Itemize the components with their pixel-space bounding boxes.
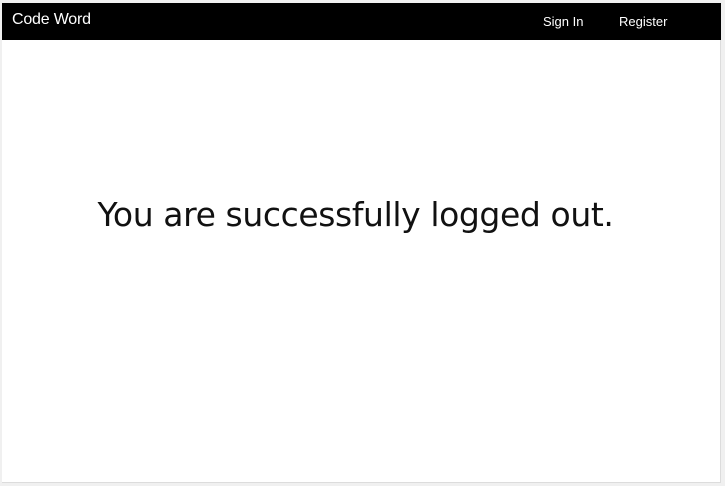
sign-in-link[interactable]: Sign In xyxy=(543,14,583,29)
brand-link[interactable]: Code Word xyxy=(12,11,91,29)
page-container: Code Word Sign In Register You are succe… xyxy=(2,3,721,483)
top-navbar: Code Word Sign In Register xyxy=(2,3,721,40)
logout-message: You are successfully logged out. xyxy=(97,195,614,234)
register-link[interactable]: Register xyxy=(619,14,667,29)
